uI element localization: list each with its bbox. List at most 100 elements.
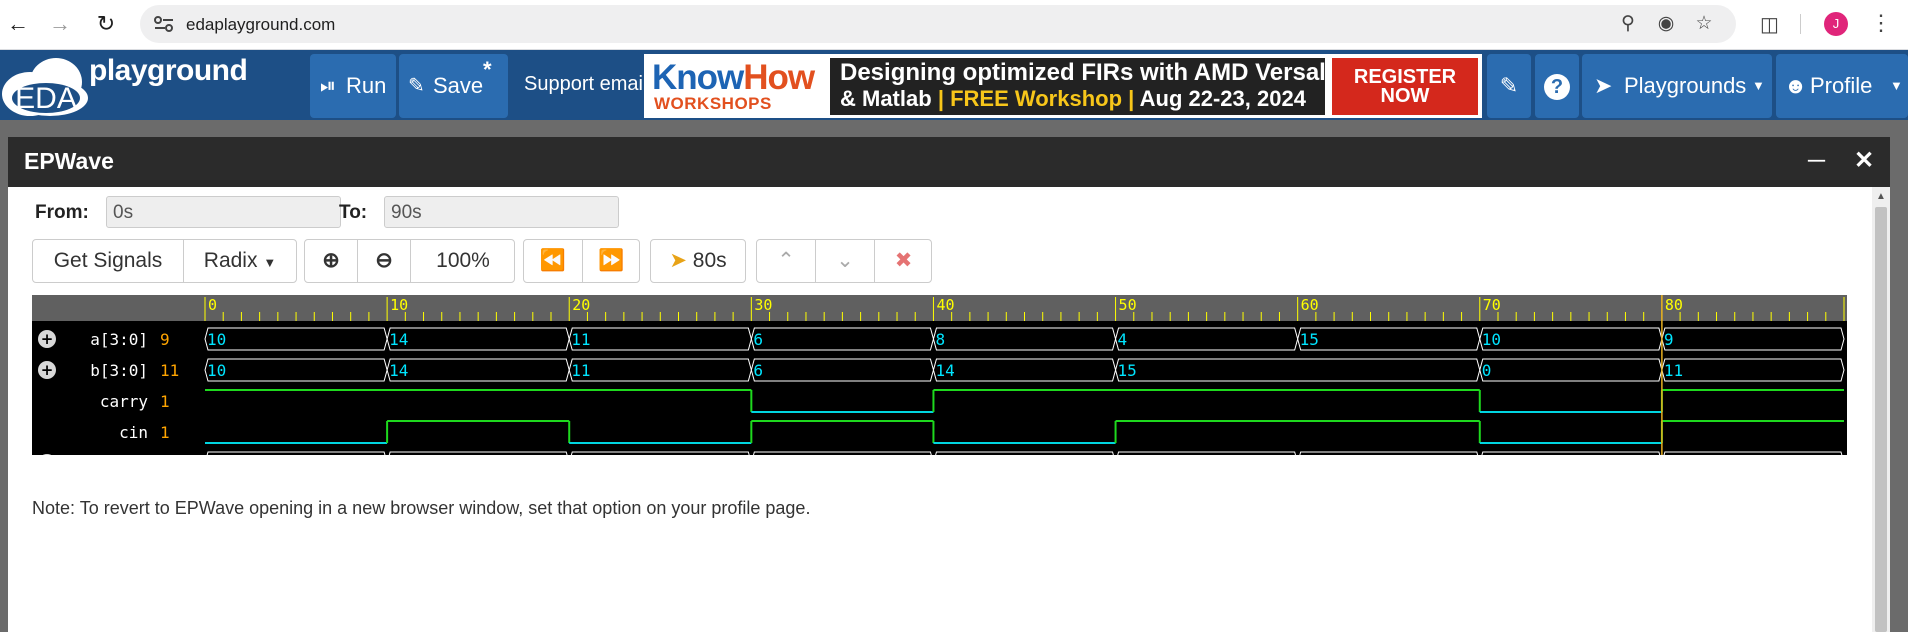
- logo-text[interactable]: playground: [89, 54, 248, 88]
- from-input[interactable]: 0s: [106, 196, 341, 228]
- bus-segment: [206, 451, 386, 455]
- to-input[interactable]: 90s: [384, 196, 619, 228]
- profile-label: Profile: [1810, 73, 1873, 98]
- move-down-button[interactable]: ⌄: [816, 240, 874, 282]
- bus-segment: [386, 327, 570, 351]
- reload-icon[interactable]: ↻: [92, 10, 120, 38]
- support-link[interactable]: Support emai: [524, 73, 643, 96]
- save-button[interactable]: ✎ Save *: [399, 54, 508, 118]
- bus-segment: [935, 451, 1114, 455]
- caret-down-icon: ▼: [1752, 78, 1765, 93]
- forward-icon[interactable]: →: [46, 10, 74, 38]
- from-label: From:: [35, 202, 89, 223]
- modal-scrollbar[interactable]: ▲: [1872, 187, 1890, 632]
- playgrounds-menu[interactable]: ➤ Playgrounds ▼: [1582, 54, 1772, 118]
- bus-segment: [204, 358, 388, 382]
- caret-down-icon: ▼: [1890, 78, 1903, 93]
- bus-segment: [568, 327, 752, 351]
- signal-value: 1: [160, 392, 170, 411]
- zoom-out-icon: ⊖: [375, 249, 393, 272]
- bus-value-label: 15: [1118, 361, 1137, 380]
- question-circle-icon: ?: [1544, 74, 1570, 100]
- toolbar-divider: [1800, 14, 1801, 34]
- scroll-up-icon[interactable]: ▲: [1876, 191, 1886, 202]
- bus-segment: [1481, 451, 1661, 455]
- bus-segment: [1115, 358, 1481, 382]
- zoom-in-icon: ⊕: [322, 249, 340, 272]
- cursor-time: 80s: [692, 249, 727, 272]
- back-icon[interactable]: ←: [4, 10, 32, 38]
- bus-segment: [1661, 327, 1845, 351]
- close-icon[interactable]: ✕: [1854, 146, 1874, 175]
- bus-segment: [1663, 451, 1843, 455]
- bus-value-label: 6: [571, 454, 581, 455]
- signal-name: sum[3:0]: [71, 454, 148, 455]
- bus-value-label: 11: [571, 361, 590, 380]
- signal-name: carry: [100, 392, 149, 411]
- jump-forward-button[interactable]: ⏩: [583, 240, 640, 282]
- chevron-down-icon: ⌄: [836, 249, 854, 272]
- move-up-button[interactable]: ⌃: [757, 240, 815, 282]
- bus-value-label: 13: [389, 454, 408, 455]
- ruler-tick-label: 80: [1665, 296, 1683, 314]
- ruler-tick-label: 50: [1119, 296, 1137, 314]
- menu-icon[interactable]: ⋮: [1870, 10, 1892, 36]
- signal-value: 9: [160, 330, 170, 349]
- modal-title: EPWave: [24, 148, 114, 174]
- get-signals-button[interactable]: Get Signals: [33, 240, 183, 282]
- zoom-out-button[interactable]: ⊖: [358, 240, 410, 282]
- register-now-button[interactable]: REGISTER NOW: [1332, 58, 1478, 115]
- address-bar[interactable]: edaplayground.com ⚲ ◉ ☆: [140, 5, 1736, 43]
- zoom-level[interactable]: 100%: [411, 240, 515, 282]
- bus-value-label: 14: [935, 361, 954, 380]
- help-button[interactable]: ?: [1535, 54, 1579, 118]
- minimize-icon[interactable]: ─: [1808, 147, 1825, 175]
- profile-menu[interactable]: ☻ Profile ▼: [1776, 54, 1908, 118]
- radix-dropdown[interactable]: Radix ▼: [184, 240, 296, 282]
- ruler-tick-label: 60: [1301, 296, 1319, 314]
- signal-value: 5: [160, 454, 170, 455]
- remove-icon: ✖: [894, 249, 913, 272]
- bus-value-label: 15: [1300, 330, 1319, 349]
- remove-signal-button[interactable]: ✖: [875, 240, 932, 282]
- jump-back-button[interactable]: ⏪: [524, 240, 582, 282]
- zoom-icon[interactable]: ⚲: [1616, 13, 1640, 35]
- expand-icon-glyph: +: [41, 454, 54, 455]
- scroll-thumb[interactable]: [1875, 207, 1887, 632]
- zoom-toolbar-group: ⊕ ⊖ 100%: [304, 239, 515, 283]
- site-info-icon[interactable]: [152, 14, 176, 34]
- bus-value-label: 11: [1664, 361, 1683, 380]
- extensions-icon[interactable]: ◫: [1760, 12, 1779, 37]
- waveform-viewer[interactable]: 0 10 20 30 40 50 60 70 80 + a[3:0] 9 10 14 11 6 8 4 15 10 9 +…: [32, 295, 1847, 455]
- signal-toolbar-group: Get Signals Radix ▼: [32, 239, 297, 283]
- playgrounds-label: Playgrounds: [1624, 73, 1747, 98]
- to-label: To:: [339, 202, 368, 223]
- url-text: edaplayground.com: [186, 15, 336, 34]
- bus-segment: [570, 451, 750, 455]
- nav-toolbar-group: ⏪ ⏩: [523, 239, 640, 283]
- profile-avatar[interactable]: J: [1824, 12, 1848, 36]
- zoom-in-button[interactable]: ⊕: [305, 240, 357, 282]
- bus-value-label: 5: [1664, 454, 1674, 455]
- rocket-icon: ➤: [1594, 73, 1613, 98]
- bus-value-label: 9: [1664, 330, 1674, 349]
- signal-value: 11: [160, 361, 179, 380]
- edit-button[interactable]: ✎: [1487, 54, 1531, 118]
- signal-value: 1: [160, 423, 170, 442]
- bus-segment: [568, 358, 752, 382]
- caret-down-icon: ▼: [263, 255, 277, 270]
- cursor-time-button[interactable]: ➤ 80s: [650, 239, 746, 283]
- bus-value-label: 6: [935, 454, 945, 455]
- ruler-tick-label: 70: [1483, 296, 1501, 314]
- banner-brand: KnowHow: [652, 58, 815, 97]
- bookmark-star-icon[interactable]: ☆: [1692, 13, 1716, 35]
- expand-icon-glyph: +: [41, 330, 54, 348]
- eda-logo-icon[interactable]: EDA: [0, 52, 92, 118]
- eye-off-icon[interactable]: ◉: [1654, 13, 1678, 35]
- run-button[interactable]: ⏯ Run: [310, 54, 396, 118]
- modal-header: EPWave ─ ✕: [8, 137, 1890, 187]
- waveform-canvas[interactable]: 0 10 20 30 40 50 60 70 80+ a[3:0] 9 10 14 11 6 8 4 15 10 9+…: [32, 295, 1847, 455]
- ad-banner[interactable]: KnowHow WORKSHOPS Designing optimized FI…: [644, 54, 1482, 118]
- banner-line2: & Matlab | FREE Workshop | Aug 22-23, 20…: [840, 86, 1306, 111]
- bus-segment: [752, 451, 932, 455]
